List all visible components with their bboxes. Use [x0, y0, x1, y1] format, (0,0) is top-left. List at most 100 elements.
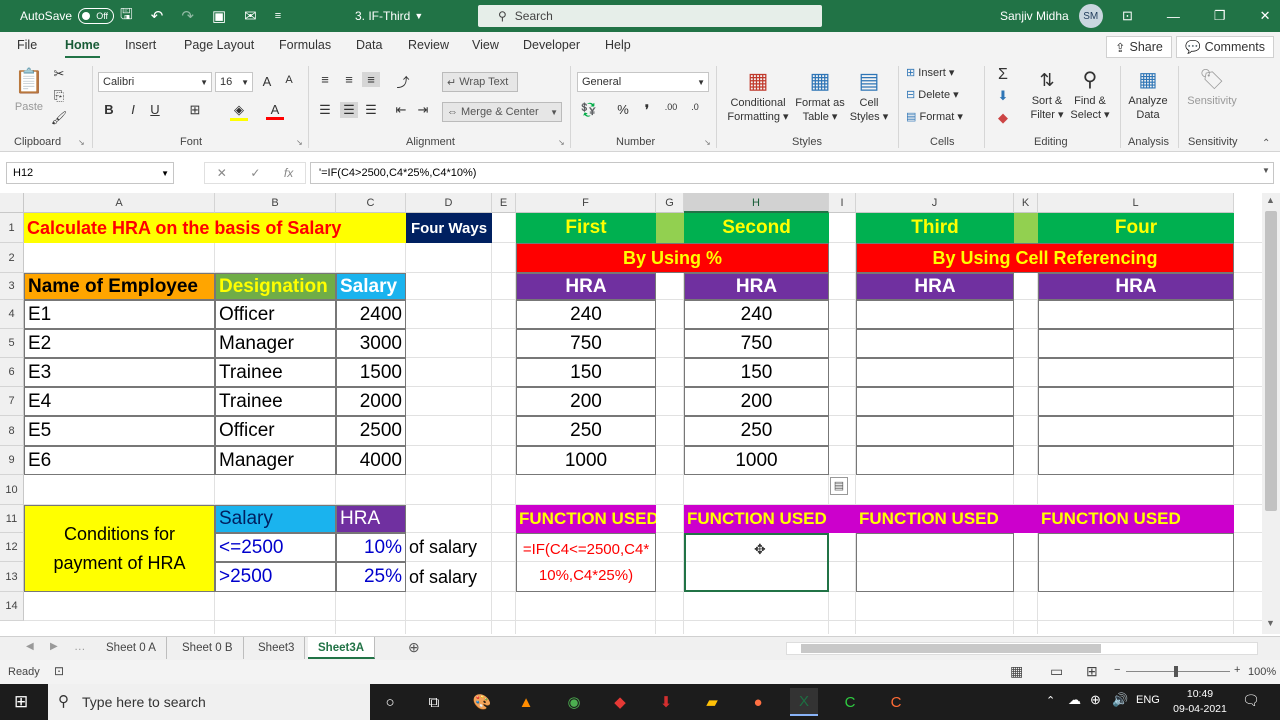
employee-name[interactable]: E4 [24, 387, 215, 416]
tab-help[interactable]: Help [605, 38, 631, 52]
align-left-icon[interactable]: ☰ [316, 102, 334, 118]
tab-page-layout[interactable]: Page Layout [184, 38, 254, 52]
employee-designation[interactable]: Manager [215, 329, 336, 358]
save-icon[interactable]: 🖫 [120, 4, 133, 29]
employee-salary[interactable]: 2500 [336, 416, 406, 446]
paste-options-icon[interactable]: ▤ [830, 477, 848, 495]
header-designation[interactable]: Designation [215, 273, 336, 300]
row-header-2[interactable]: 2 [0, 243, 24, 273]
sensitivity-button[interactable]: 🏷 Sensitivity [1184, 66, 1240, 108]
zoom-in-icon[interactable]: + [1234, 664, 1240, 676]
page-layout-view-icon[interactable]: ▭ [1050, 663, 1063, 680]
cell-k1[interactable] [1014, 213, 1038, 243]
hra-third[interactable] [856, 329, 1014, 358]
tab-file[interactable]: File [17, 38, 37, 52]
font-size-select[interactable]: 16 ▼ [215, 72, 253, 92]
alignment-launcher-icon[interactable]: ↘ [558, 138, 565, 147]
decrease-decimal-icon[interactable]: .0 [686, 102, 704, 112]
hra-first[interactable]: 150 [516, 358, 656, 387]
column-header-L[interactable]: L [1038, 193, 1234, 213]
hra-four[interactable] [1038, 446, 1234, 475]
zoom-out-icon[interactable]: − [1114, 664, 1120, 676]
copy-icon[interactable]: ⎘ [50, 88, 68, 104]
find-select-button[interactable]: ⚲ Find & Select ▾ [1068, 66, 1112, 122]
cond2-percent[interactable]: 25% [336, 562, 406, 592]
hra-header[interactable]: HRA [516, 273, 656, 300]
volume-icon[interactable]: 🔊 [1112, 692, 1128, 708]
redo-icon[interactable]: ↷ [181, 7, 194, 25]
align-right-icon[interactable]: ☰ [362, 102, 380, 118]
notification-icon[interactable]: 🗨 [1242, 692, 1260, 709]
cond2-range[interactable]: >2500 [215, 562, 336, 592]
macro-record-icon[interactable]: ⊡ [54, 664, 64, 678]
more-sheets-icon[interactable]: … [74, 641, 86, 653]
tab-view[interactable]: View [472, 38, 499, 52]
select-all-corner[interactable] [0, 193, 24, 213]
avatar[interactable]: SM [1078, 4, 1103, 28]
tab-insert[interactable]: Insert [125, 38, 156, 52]
hra-four[interactable] [1038, 416, 1234, 446]
task-view-icon[interactable]: ⧉ [420, 688, 448, 716]
format-cells-button[interactable]: ▤ Format ▾ [906, 110, 963, 124]
taskbar-search[interactable]: ⚲ Type here to search [48, 684, 370, 720]
conditions-label[interactable]: Conditions for payment of HRA [24, 505, 215, 592]
hra-four[interactable] [1038, 358, 1234, 387]
function-used-header[interactable]: FUNCTION USED [684, 505, 856, 533]
header-name[interactable]: Name of Employee [24, 273, 215, 300]
header-salary[interactable]: Salary [336, 273, 406, 300]
align-center-icon[interactable]: ☰ [340, 102, 358, 118]
first-header[interactable]: First [516, 213, 656, 243]
third-header[interactable]: Third [856, 213, 1014, 243]
hra-first[interactable]: 1000 [516, 446, 656, 475]
align-bottom-icon[interactable]: ≡ [362, 72, 380, 87]
cond1-range[interactable]: <=2500 [215, 533, 336, 562]
windows-start-icon[interactable]: ⊞ [14, 692, 28, 712]
collapse-ribbon-icon[interactable]: ⌃ [1262, 138, 1270, 149]
employee-designation[interactable]: Trainee [215, 387, 336, 416]
align-middle-icon[interactable]: ≡ [340, 72, 358, 87]
four-header[interactable]: Four [1038, 213, 1234, 243]
clipboard-launcher-icon[interactable]: ↘ [78, 138, 85, 147]
function-four[interactable] [1038, 533, 1234, 592]
format-painter-icon[interactable]: 🖌 [50, 110, 68, 126]
row-header-5[interactable]: 5 [0, 329, 24, 358]
tray-expand-icon[interactable]: ⌃ [1046, 694, 1055, 707]
user-name[interactable]: Sanjiv Midha [1000, 9, 1069, 23]
scroll-down-icon[interactable]: ▼ [1266, 618, 1275, 628]
scroll-thumb[interactable] [1265, 211, 1277, 511]
next-sheet-icon[interactable]: ▶ [50, 641, 58, 652]
cond-hra-header[interactable]: HRA [336, 505, 406, 533]
column-header-F[interactable]: F [516, 193, 656, 213]
hra-second[interactable]: 1000 [684, 446, 829, 475]
column-header-J[interactable]: J [856, 193, 1014, 213]
employee-salary[interactable]: 4000 [336, 446, 406, 475]
ribbon-display-icon[interactable]: ⊡ [1122, 8, 1133, 24]
increase-font-icon[interactable]: A [258, 74, 276, 89]
autosum-icon[interactable]: Σ [994, 66, 1012, 84]
column-header-K[interactable]: K [1014, 193, 1038, 213]
hra-first[interactable]: 240 [516, 300, 656, 329]
hra-first[interactable]: 200 [516, 387, 656, 416]
camtasia-recorder-icon[interactable]: C [882, 688, 910, 716]
close-icon[interactable]: ✕ [1260, 8, 1271, 24]
italic-icon[interactable]: I [124, 102, 142, 117]
search-box[interactable]: ⚲ Search [478, 5, 822, 27]
hra-four[interactable] [1038, 329, 1234, 358]
decrease-indent-icon[interactable]: ⇤ [392, 102, 410, 118]
name-box[interactable]: H12 ▼ [6, 162, 174, 184]
app-icon[interactable]: 🎨 [468, 688, 496, 716]
share-button[interactable]: ⇪ Share [1106, 36, 1172, 58]
cut-icon[interactable]: ✂ [50, 66, 68, 82]
fill-color-icon[interactable]: ◈ [230, 102, 248, 121]
autosave-toggle[interactable]: Off [78, 8, 115, 24]
prev-sheet-icon[interactable]: ◀ [26, 641, 34, 652]
font-color-icon[interactable]: A [266, 102, 284, 120]
tab-formulas[interactable]: Formulas [279, 38, 331, 52]
column-header-I[interactable]: I [829, 193, 856, 213]
zoom-level[interactable]: 100% [1248, 666, 1276, 678]
file-explorer-icon[interactable]: ▰ [698, 688, 726, 716]
hra-third[interactable] [856, 416, 1014, 446]
column-header-E[interactable]: E [492, 193, 516, 213]
second-header[interactable]: Second [684, 213, 829, 243]
downloader-icon[interactable]: ⬇ [652, 688, 680, 716]
